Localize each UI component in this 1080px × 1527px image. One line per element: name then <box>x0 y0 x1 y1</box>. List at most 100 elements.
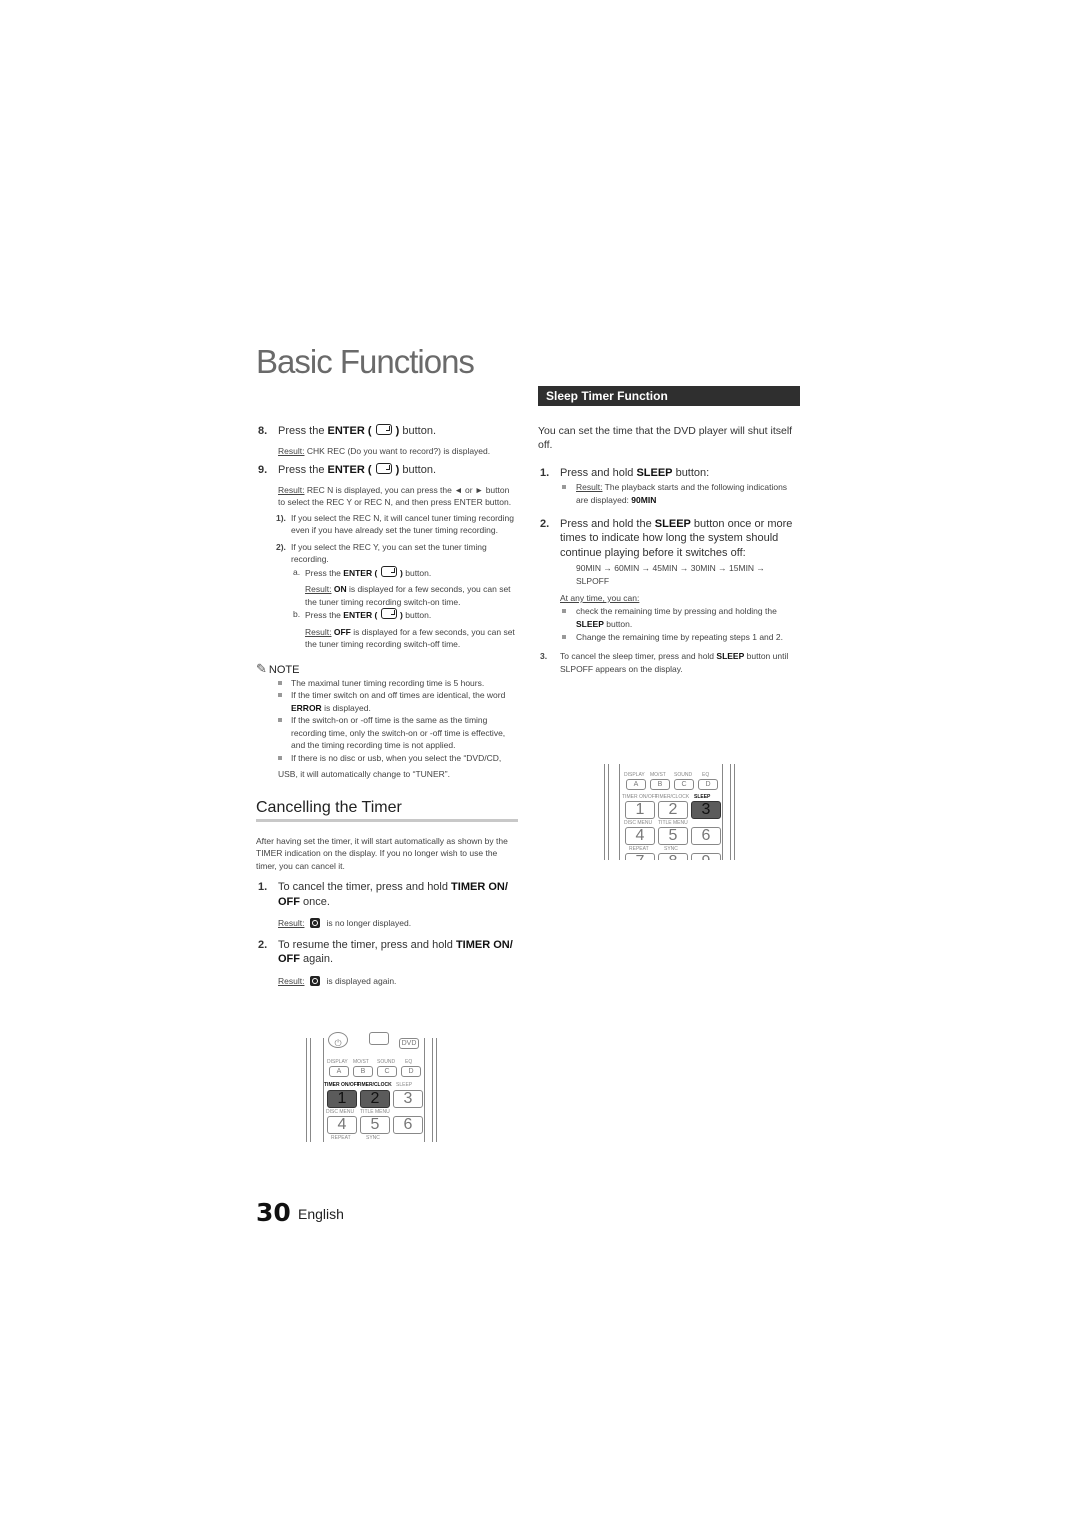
key-5: 5 <box>658 827 688 845</box>
step-number: 3. <box>540 651 548 661</box>
key-label: DISC MENU <box>326 1109 355 1115</box>
enter-label: ENTER ( <box>327 464 372 476</box>
sub-text: button. <box>402 610 432 620</box>
note-title: NOTE <box>268 663 300 676</box>
result-label: Result: <box>278 484 305 495</box>
step-bold: SLEEP <box>654 517 691 530</box>
key-6: 6 <box>393 1116 423 1134</box>
note-item: The maximal tuner timing recording time … <box>256 677 518 690</box>
note-text: USB, it will automatically change to “TU… <box>278 769 450 779</box>
step-number: 1. <box>258 881 268 893</box>
sleep-sequence: 90MIN → 60MIN → 45MIN → 30MIN → 15MIN → … <box>576 563 765 586</box>
step-8-result: Result: CHK REC (Do you want to record?)… <box>256 445 518 458</box>
step-text: button. <box>399 464 437 476</box>
page-language: English <box>298 1206 344 1222</box>
key-8: 8 <box>658 853 688 860</box>
sub-step-b: b. Press the ENTER ( ) button. <box>256 608 518 622</box>
step-9: 9. Press the ENTER ( ) button. <box>256 463 518 478</box>
note-item: If there is no disc or usb, when you sel… <box>256 752 518 781</box>
sub-text: Press the <box>305 610 344 620</box>
sleep-step-3: 3. To cancel the sleep timer, press and … <box>538 650 800 676</box>
key-label: MO/ST <box>650 772 666 778</box>
key-9: 9 <box>691 853 721 860</box>
page-title: Basic Functions <box>256 343 475 380</box>
key-label: SYNC <box>664 846 678 852</box>
note-bold: ERROR <box>291 702 322 713</box>
result-text: is no longer displayed. <box>326 918 412 928</box>
power-key: ⏻ <box>328 1032 348 1048</box>
power-icon: ⏻ <box>334 1038 342 1048</box>
note-text: is displayed. <box>321 702 371 713</box>
any-time-item: check the remaining time by pressing and… <box>538 605 800 631</box>
sub-number: 1). <box>276 512 286 523</box>
result-text: The playback starts and the following in… <box>576 481 788 505</box>
sleep-step-2: 2. Press and hold the SLEEP button once … <box>538 517 800 561</box>
key-a: A <box>626 779 646 790</box>
step-text: To cancel the timer, press and hold <box>278 881 452 893</box>
key-d: D <box>401 1066 421 1077</box>
key-2: 2 <box>658 801 688 819</box>
result-label: Result: <box>278 445 305 456</box>
key-c: C <box>674 779 694 790</box>
remote-illustration-timer: ⏻ DVD DISPLAY MO/ST SOUND EQ A B C D TIM… <box>306 1032 438 1142</box>
key-label: DISPLAY <box>624 772 645 778</box>
note-item: If the switch-on or -off time is the sam… <box>256 714 518 752</box>
sub-number: b. <box>293 609 301 619</box>
sub-text: button. <box>402 567 432 578</box>
step-text: To resume the timer, press and hold <box>278 938 456 951</box>
note-heading: ✎ NOTE <box>256 661 518 677</box>
key-label: TITLE MENU <box>360 1109 390 1115</box>
timer-clock-icon <box>310 918 321 928</box>
any-time-label: At any time, you can: <box>560 593 640 603</box>
sub-step-a: a. Press the ENTER ( ) button. <box>256 565 518 580</box>
sub-step-2: 2). If you select the REC Y, you can set … <box>256 541 518 566</box>
key-label: DISC MENU <box>624 820 653 826</box>
pencil-icon: ✎ <box>256 660 267 676</box>
step-text: again. <box>300 953 334 965</box>
key-7: 7 <box>625 853 655 860</box>
section-title-cancelling: Cancelling the Timer <box>256 799 518 822</box>
step-text: button: <box>672 467 710 479</box>
result-bold: 90MIN <box>631 494 657 505</box>
sleep-step-1: 1. Press and hold SLEEP button: <box>538 466 800 481</box>
key-label-timer-clock: TIMER/CLOCK <box>655 794 690 800</box>
enter-icon <box>375 463 392 474</box>
item-text: Change the remaining time by repeating s… <box>576 632 783 642</box>
result-bold: ON <box>333 584 347 594</box>
key-a: A <box>329 1066 349 1077</box>
left-column: 8. Press the ENTER ( ) button. Result: C… <box>256 424 518 987</box>
result-item: Result: The playback starts and the foll… <box>538 481 800 507</box>
key-label: SOUND <box>674 772 693 778</box>
sub-a-result: Result: ON is displayed for a few second… <box>256 583 518 608</box>
key-4: 4 <box>625 827 655 845</box>
step-9-result: Result: REC N is displayed, you can pres… <box>256 484 518 509</box>
step-text: To cancel the sleep timer, press and hol… <box>560 651 717 661</box>
step-bold: SLEEP <box>716 651 745 661</box>
sleep-step-1-result: Result: The playback starts and the foll… <box>538 481 800 507</box>
step-8: 8. Press the ENTER ( ) button. <box>256 424 518 439</box>
cancel-intro: After having set the timer, it will star… <box>256 835 508 871</box>
right-column: Sleep Timer Function You can set the tim… <box>538 386 800 676</box>
key-label-timer-onoff: TIMER ON/OFF <box>622 794 658 800</box>
cancel-step-2: 2. To resume the timer, press and hold T… <box>256 938 518 967</box>
key-label-timer-clock: TIMER/CLOCK <box>357 1082 392 1088</box>
result-label: Result: <box>278 975 305 986</box>
key-label-timer-onoff: TIMER ON/OFF <box>324 1082 360 1088</box>
step-text: Press the <box>278 464 328 476</box>
key-label: SYNC <box>366 1135 380 1141</box>
key-d: D <box>698 779 718 790</box>
key-label: EQ <box>405 1059 413 1065</box>
dvd-key: DVD <box>399 1038 419 1049</box>
result-text: REC N is displayed, you can press the ◄ … <box>278 484 512 508</box>
key-label: REPEAT <box>629 846 649 852</box>
note-text: The maximal tuner timing recording time … <box>291 677 485 688</box>
step-number: 9. <box>258 464 268 476</box>
key-label: EQ <box>702 772 710 778</box>
key-6: 6 <box>691 827 721 845</box>
key-label-sleep: SLEEP <box>694 794 711 800</box>
section-title-sleep-timer: Sleep Timer Function <box>538 386 800 406</box>
remote-illustration-sleep: DISPLAY MO/ST SOUND EQ A B C D TIMER ON/… <box>604 764 736 860</box>
result-bold: OFF <box>333 626 351 637</box>
key-4: 4 <box>327 1116 357 1134</box>
note-text: If there is no disc or usb, when you sel… <box>291 752 502 763</box>
